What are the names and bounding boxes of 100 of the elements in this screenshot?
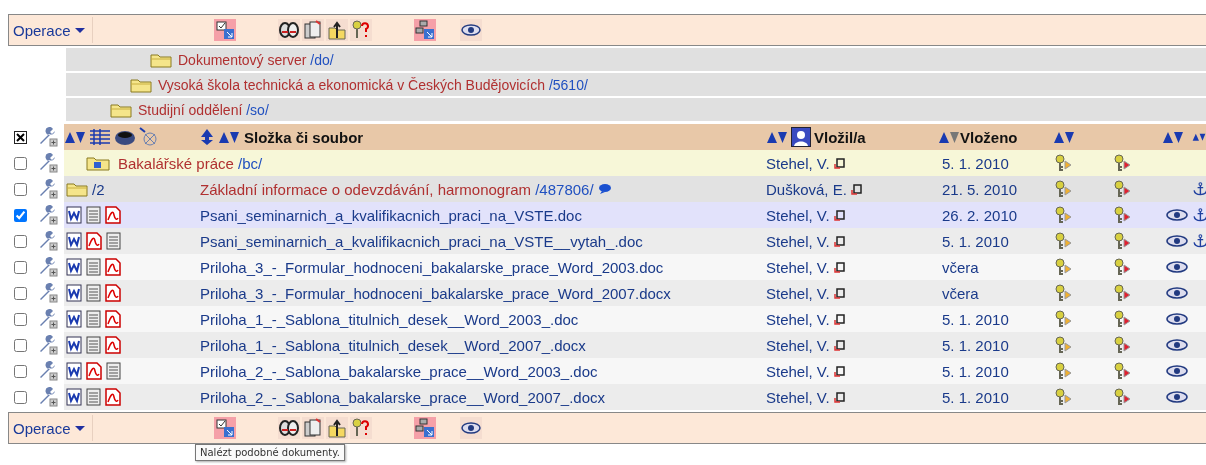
window-icon <box>833 209 845 221</box>
key-question-button[interactable] <box>349 417 372 439</box>
file-link[interactable]: Priloha_3_-_Formular_hodnoceni_bakalarske_prace_Word_2007.docx <box>200 284 671 302</box>
boxes-arrow-button[interactable] <box>413 19 436 41</box>
crossed-circle-icon <box>139 127 159 147</box>
file-link[interactable]: Priloha_2_-_Sablona_bakalarske_prace__Word_2007_.docx <box>200 388 605 406</box>
table-row[interactable]: Priloha_2_-_Sablona_bakalarske_prace__Word_2003_.doc Stehel, V. 5. 1. 2010 <box>64 358 1206 384</box>
pdf-file-icon <box>105 284 121 302</box>
row-checkbox[interactable] <box>13 312 27 326</box>
eye-button[interactable] <box>459 19 482 41</box>
key-question-icon <box>350 418 371 438</box>
table-row[interactable]: Bakalářské práce /bc/ Stehel, V. 5. 1. 2010 <box>64 150 1206 176</box>
date-text: 5. 1. 2010 <box>941 232 1009 250</box>
row-checkbox[interactable] <box>13 182 27 196</box>
person-icon <box>791 127 811 147</box>
column-header[interactable]: Vloženo <box>960 128 1018 146</box>
key-icon <box>1054 388 1074 406</box>
file-link[interactable]: Psani_seminarnich_a_kvalifikacnich_praci_na_VSTE.doc <box>200 206 582 224</box>
pdf-file-icon <box>86 232 102 250</box>
wrench-icon <box>38 153 58 173</box>
file-link[interactable]: Priloha_1_-_Sablona_titulnich_desek__Word_2003_.doc <box>200 310 579 328</box>
file-link[interactable]: Psani_seminarnich_a_kvalifikacnich_praci_na_VSTE__vytah_.doc <box>200 232 643 250</box>
wrench-icon <box>38 127 58 147</box>
documents-icon <box>302 418 323 438</box>
key-icon <box>1113 154 1133 172</box>
pdf-file-icon <box>105 206 121 224</box>
row-checkbox[interactable] <box>13 364 27 378</box>
table-row[interactable]: Priloha_3_-_Formular_hodnoceni_bakalarske_prace_Word_2003.doc Stehel, V. včera <box>64 254 1206 280</box>
row-checkbox[interactable] <box>13 208 27 222</box>
author-name: Stehel, V. <box>766 388 830 406</box>
table-row[interactable]: /2 Základní informace o odevzdávání, harmonogram /487806/ Dušková, E. 21. 5. 2010 <box>64 176 1206 202</box>
row-checkbox[interactable] <box>13 390 27 404</box>
breadcrumb-link[interactable]: Studijní oddělení /so/ <box>138 101 269 118</box>
key-icon <box>1113 388 1133 406</box>
row-checkbox[interactable] <box>13 156 27 170</box>
text-file-icon <box>86 336 101 354</box>
sort-arrows-icon <box>218 130 240 144</box>
folder-icon <box>130 76 152 93</box>
documents-button[interactable] <box>301 19 324 41</box>
table-row[interactable]: Psani_seminarnich_a_kvalifikacnich_praci_na_VSTE.doc Stehel, V. 26. 2. 2010 <box>64 202 1206 228</box>
wrench-icon <box>38 309 58 329</box>
window-icon <box>833 235 845 247</box>
key-question-button[interactable] <box>349 19 372 41</box>
folder-link[interactable]: Bakalářské práce /bc/ <box>118 154 263 172</box>
text-file-icon <box>86 258 101 276</box>
masks-button[interactable] <box>277 19 300 41</box>
text-file-icon <box>86 310 101 328</box>
key-icon <box>1054 362 1074 380</box>
author-name: Stehel, V. <box>766 362 830 380</box>
select-all-icon[interactable] <box>13 130 27 144</box>
key-icon <box>1113 284 1133 302</box>
key-icon <box>1113 336 1133 354</box>
file-link[interactable]: Priloha_2_-_Sablona_bakalarske_prace__Word_2003_.doc <box>200 362 598 380</box>
key-icon <box>1054 310 1074 328</box>
date-text: 21. 5. 2010 <box>941 180 1018 198</box>
eye-button[interactable] <box>459 417 482 439</box>
row-checkbox[interactable] <box>13 234 27 248</box>
author-name: Stehel, V. <box>766 284 830 302</box>
folder-arrow-icon <box>326 20 347 40</box>
table-row[interactable]: Priloha_2_-_Sablona_bakalarske_prace__Word_2007_.docx Stehel, V. 5. 1. 2010 <box>64 384 1206 410</box>
documents-icon <box>302 20 323 40</box>
window-icon <box>833 157 845 169</box>
masks-button[interactable] <box>277 417 300 439</box>
table-row[interactable]: Priloha_3_-_Formular_hodnoceni_bakalarske_prace_Word_2007.docx Stehel, V. včera <box>64 280 1206 306</box>
table-row[interactable]: Priloha_1_-_Sablona_titulnich_desek__Word_2003_.doc Stehel, V. 5. 1. 2010 <box>64 306 1206 332</box>
file-link[interactable]: Priloha_3_-_Formular_hodnoceni_bakalarske_prace_Word_2003.doc <box>200 258 664 276</box>
author-name: Stehel, V. <box>766 310 830 328</box>
operations-menu[interactable]: Operace <box>9 415 93 441</box>
column-header[interactable]: Vložil/a <box>814 128 866 146</box>
date-text: 26. 2. 2010 <box>941 206 1018 224</box>
operations-menu[interactable]: Operace <box>9 17 93 43</box>
word-file-icon <box>66 232 82 250</box>
author-name: Stehel, V. <box>766 258 830 276</box>
row-checkbox[interactable] <box>13 286 27 300</box>
checkbox-arrow-button[interactable] <box>213 417 236 439</box>
word-file-icon <box>66 310 82 328</box>
pdf-file-icon <box>105 388 121 406</box>
folder-count: /2 <box>92 180 105 198</box>
table-row[interactable]: Priloha_1_-_Sablona_titulnich_desek__Word_2007_.docx Stehel, V. 5. 1. 2010 <box>64 332 1206 358</box>
key-question-icon <box>350 20 371 40</box>
checkbox-arrow-button[interactable] <box>213 19 236 41</box>
tooltip: Nalézt podobné dokumenty. <box>195 444 345 461</box>
column-header[interactable]: Složka či soubor <box>244 128 364 146</box>
file-link[interactable]: Priloha_1_-_Sablona_titulnich_desek__Word_2007_.docx <box>200 336 586 354</box>
breadcrumb-link[interactable]: Dokumentový server /do/ <box>178 51 334 68</box>
table-row[interactable]: Psani_seminarnich_a_kvalifikacnich_praci_na_VSTE__vytah_.doc Stehel, V. 5. 1. 2010 <box>64 228 1206 254</box>
folder-arrow-button[interactable] <box>325 19 348 41</box>
window-icon <box>833 287 845 299</box>
row-checkbox[interactable] <box>13 338 27 352</box>
folder-arrow-button[interactable] <box>325 417 348 439</box>
row-checkbox[interactable] <box>13 260 27 274</box>
caret-icon <box>73 26 86 34</box>
key-icon <box>1054 258 1074 276</box>
text-file-icon <box>86 206 101 224</box>
caret-icon <box>73 424 86 432</box>
documents-button[interactable] <box>301 417 324 439</box>
window-icon <box>833 313 845 325</box>
boxes-arrow-button[interactable] <box>413 417 436 439</box>
folder-link[interactable]: Základní informace o odevzdávání, harmonogram /487806/ <box>200 180 594 198</box>
boxes-arrow-icon <box>414 20 435 40</box>
